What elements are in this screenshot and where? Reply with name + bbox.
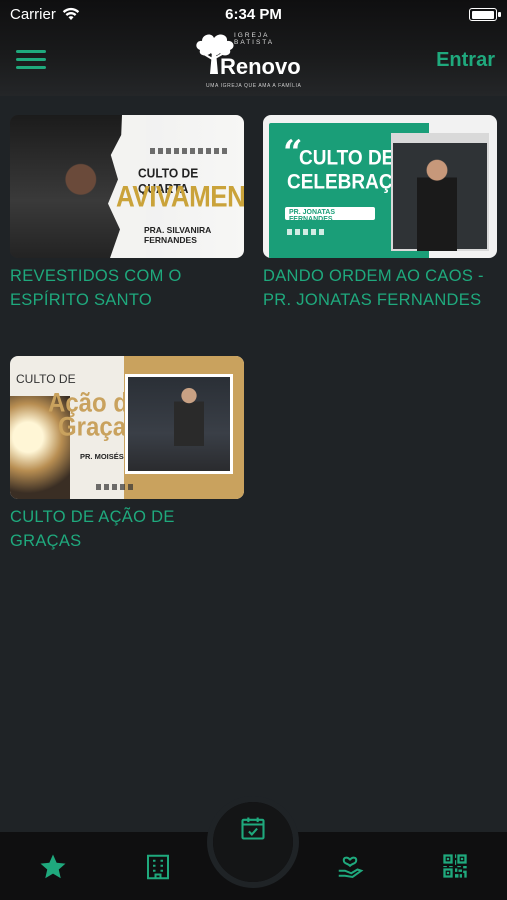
social-icons [96, 484, 136, 490]
clock: 6:34 PM [225, 6, 282, 23]
video-card[interactable]: “ CULTO DE CELEBRAÇÃO PR. JONATAS FERNAN… [263, 115, 497, 312]
menu-button[interactable] [16, 50, 46, 72]
thumb-line1: CULTO DE [299, 146, 395, 170]
social-icons [150, 148, 230, 154]
preacher-photo [10, 115, 128, 258]
building-icon [147, 854, 169, 880]
tab-church[interactable] [143, 852, 173, 882]
thumb-line0: CULTO DE [16, 372, 76, 386]
video-card[interactable]: CULTO DE QUARTA AVIVAMENTO PRA. SILVANIR… [10, 115, 244, 312]
qr-code-icon [443, 854, 467, 878]
video-title[interactable]: CULTO DE AÇÃO DE GRAÇAS [10, 505, 244, 553]
tab-favorites[interactable] [38, 852, 68, 882]
thumb-line3: PRA. SILVANIRA FERNANDES [144, 225, 211, 245]
tab-schedule[interactable] [207, 796, 299, 888]
tab-qr-code[interactable] [441, 852, 471, 882]
logo-tagline: UMA IGREJA QUE AMA A FAMÍLIA [206, 83, 302, 89]
preacher-photo [417, 157, 457, 251]
social-icons [287, 229, 327, 235]
logo-brand: Renovo [220, 54, 301, 79]
video-title[interactable]: DANDO ORDEM AO CAOS - PR. JONATAS FERNAN… [263, 264, 497, 312]
video-thumbnail[interactable]: “ CULTO DE CELEBRAÇÃO PR. JONATAS FERNAN… [263, 115, 497, 258]
heart-hand-icon [338, 856, 364, 879]
thumb-line2: AVIVAMENTO [116, 178, 244, 214]
calendar-check-icon [241, 817, 265, 840]
tab-donations[interactable] [335, 852, 365, 882]
thumb-line3: PR. JONATAS FERNANDES [285, 207, 375, 223]
star-icon [40, 854, 66, 879]
church-logo: IGREJA BATISTA Renovo UMA IGREJA QUE AMA… [190, 30, 302, 92]
login-button[interactable]: Entrar [436, 49, 495, 72]
video-thumbnail[interactable]: CULTO DE Ação de Graças PR. MOISÉS FERNA… [10, 356, 244, 499]
status-bar: Carrier 6:34 PM [0, 4, 507, 24]
battery-icon [469, 8, 501, 21]
hamburger-icon [16, 50, 46, 53]
video-card[interactable]: CULTO DE Ação de Graças PR. MOISÉS FERNA… [10, 356, 244, 553]
video-thumbnail[interactable]: CULTO DE QUARTA AVIVAMENTO PRA. SILVANIR… [10, 115, 244, 258]
logo-small-text: IGREJA BATISTA [234, 32, 275, 46]
video-title[interactable]: REVESTIDOS COM O ESPÍRITO SANTO [10, 264, 244, 312]
top-bar: Carrier 6:34 PM IGREJA BATISTA Renovo UM… [0, 0, 507, 96]
